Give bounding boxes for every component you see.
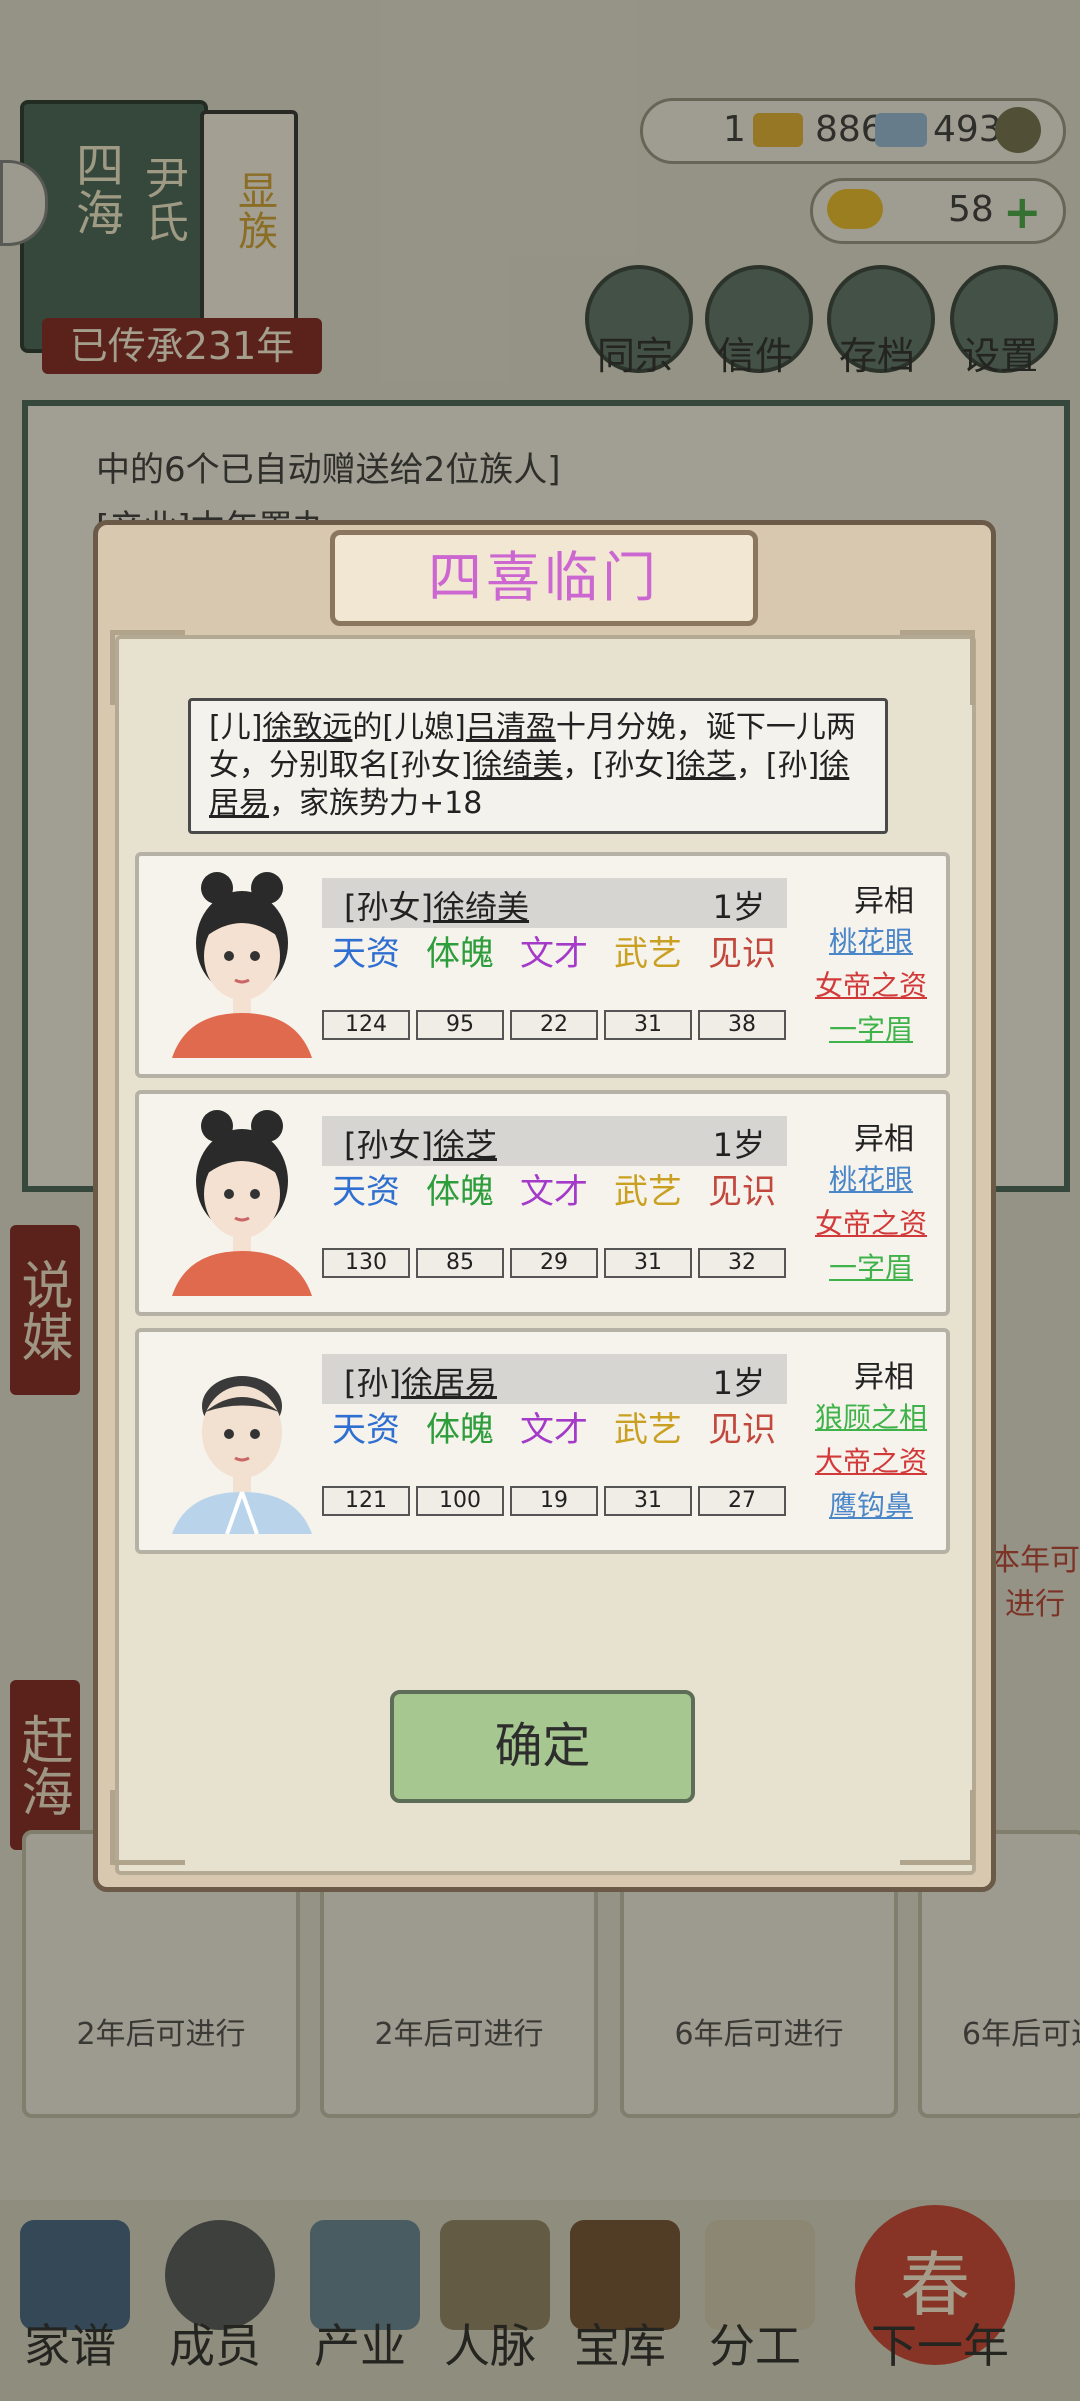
stat-martial: 武艺 31: [604, 936, 692, 1040]
trait-title: 异相: [854, 884, 914, 919]
msg-text: ，[孙女]: [562, 748, 676, 783]
child-name-link[interactable]: 徐绮美: [472, 748, 562, 783]
stat-physique-value: 100: [416, 1486, 504, 1516]
stat-insight-value: 32: [698, 1248, 786, 1278]
stat-physique-value: 95: [416, 1010, 504, 1040]
stat-literary-value: 22: [510, 1010, 598, 1040]
stat-talent-label: 天资: [332, 1410, 400, 1450]
stat-insight-value: 27: [698, 1486, 786, 1516]
confirm-button[interactable]: 确定: [390, 1690, 695, 1803]
child-avatar: [172, 1376, 312, 1534]
event-message: [儿]徐致远的[儿媳]吕清盈十月分娩，诞下一儿两女，分别取名[孙女]徐绮美，[孙…: [188, 698, 888, 834]
stat-martial-value: 31: [604, 1486, 692, 1516]
trait-link[interactable]: 桃花眼: [801, 1158, 941, 1198]
dialog-title: 四喜临门: [428, 546, 660, 609]
stat-insight-label: 见识: [708, 1172, 776, 1212]
child-age: 1岁: [712, 888, 765, 926]
stat-insight-label: 见识: [708, 1410, 776, 1450]
stat-talent: 天资 121: [322, 1412, 410, 1516]
stat-talent-label: 天资: [332, 934, 400, 974]
dialog-title-plate: 四喜临门: [330, 530, 758, 626]
stat-literary-label: 文才: [520, 1172, 588, 1212]
child-name[interactable]: [孙女]徐芝: [344, 1120, 497, 1166]
stat-talent-value: 124: [322, 1010, 410, 1040]
child-card: [孙女]徐芝 1岁 天资 130 体魄 85 文才 29 武艺 31 见识 32 异相 桃花眼 女帝之资…: [135, 1090, 950, 1316]
child-age: 1岁: [712, 1364, 765, 1402]
trait-link[interactable]: 狼顾之相: [801, 1396, 941, 1436]
stat-talent-value: 121: [322, 1486, 410, 1516]
corner-ornament: [110, 630, 185, 705]
relation-label: [孙女]: [344, 1126, 433, 1164]
trait-link[interactable]: 一字眉: [801, 1008, 941, 1048]
child-avatar: [172, 872, 312, 1058]
stat-insight-label: 见识: [708, 934, 776, 974]
msg-text: [儿]: [209, 710, 263, 745]
msg-text: ，家族势力+18: [269, 786, 483, 821]
stat-talent: 天资 124: [322, 936, 410, 1040]
stat-literary-label: 文才: [520, 934, 588, 974]
child-avatar: [172, 1110, 312, 1296]
child-card: [孙女]徐绮美 1岁 天资 124 体魄 95 文才 22 武艺 31 见识 38 异相 桃花眼 女帝之…: [135, 852, 950, 1078]
trait-title: 异相: [854, 1122, 914, 1157]
child-name-bar: [孙女]徐芝 1岁: [322, 1116, 787, 1166]
msg-text: ，[孙]: [735, 748, 820, 783]
trait-link[interactable]: 鹰钩鼻: [801, 1484, 941, 1524]
stat-literary: 文才 22: [510, 936, 598, 1040]
child-name[interactable]: [孙女]徐绮美: [344, 882, 529, 928]
trait-link[interactable]: 桃花眼: [801, 920, 941, 960]
stat-martial-value: 31: [604, 1248, 692, 1278]
stat-literary-value: 19: [510, 1486, 598, 1516]
relation-label: [孙女]: [344, 888, 433, 926]
child-name-link[interactable]: 徐芝: [676, 748, 736, 783]
stat-talent-value: 130: [322, 1248, 410, 1278]
name-link[interactable]: 徐居易: [401, 1364, 497, 1402]
stat-talent: 天资 130: [322, 1174, 410, 1278]
stat-physique-label: 体魄: [426, 1172, 494, 1212]
trait-title: 异相: [854, 1360, 914, 1395]
stat-insight: 见识 38: [698, 936, 786, 1040]
trait-link[interactable]: 女帝之资: [801, 1202, 941, 1242]
child-age: 1岁: [712, 1126, 765, 1164]
stat-martial-label: 武艺: [614, 934, 682, 974]
trait-link[interactable]: 一字眉: [801, 1246, 941, 1286]
father-name[interactable]: 徐致远: [262, 710, 352, 745]
relation-label: [孙]: [344, 1364, 401, 1402]
stat-talent-label: 天资: [332, 1172, 400, 1212]
stat-martial: 武艺 31: [604, 1174, 692, 1278]
stat-insight: 见识 32: [698, 1174, 786, 1278]
stat-physique: 体魄 85: [416, 1174, 504, 1278]
stat-insight-value: 38: [698, 1010, 786, 1040]
stat-martial-value: 31: [604, 1010, 692, 1040]
child-card: [孙]徐居易 1岁 天资 121 体魄 100 文才 19 武艺 31 见识 27 异相 狼顾之相 大帝…: [135, 1328, 950, 1554]
msg-text: 的[儿媳]: [352, 710, 466, 745]
stat-physique: 体魄 100: [416, 1412, 504, 1516]
name-link[interactable]: 徐芝: [433, 1126, 497, 1164]
stat-physique-label: 体魄: [426, 1410, 494, 1450]
trait-link[interactable]: 女帝之资: [801, 964, 941, 1004]
stat-physique: 体魄 95: [416, 936, 504, 1040]
corner-ornament: [900, 1790, 975, 1865]
stat-insight: 见识 27: [698, 1412, 786, 1516]
stat-martial-label: 武艺: [614, 1410, 682, 1450]
stat-martial: 武艺 31: [604, 1412, 692, 1516]
stat-martial-label: 武艺: [614, 1172, 682, 1212]
stat-physique-value: 85: [416, 1248, 504, 1278]
corner-ornament: [110, 1790, 185, 1865]
stat-physique-label: 体魄: [426, 934, 494, 974]
mother-name[interactable]: 吕清盈: [466, 710, 556, 745]
corner-ornament: [900, 630, 975, 705]
name-link[interactable]: 徐绮美: [433, 888, 529, 926]
child-name[interactable]: [孙]徐居易: [344, 1358, 497, 1404]
stat-literary-value: 29: [510, 1248, 598, 1278]
child-name-bar: [孙女]徐绮美 1岁: [322, 878, 787, 928]
child-name-bar: [孙]徐居易 1岁: [322, 1354, 787, 1404]
trait-link[interactable]: 大帝之资: [801, 1440, 941, 1480]
stat-literary-label: 文才: [520, 1410, 588, 1450]
stat-literary: 文才 19: [510, 1412, 598, 1516]
stat-literary: 文才 29: [510, 1174, 598, 1278]
